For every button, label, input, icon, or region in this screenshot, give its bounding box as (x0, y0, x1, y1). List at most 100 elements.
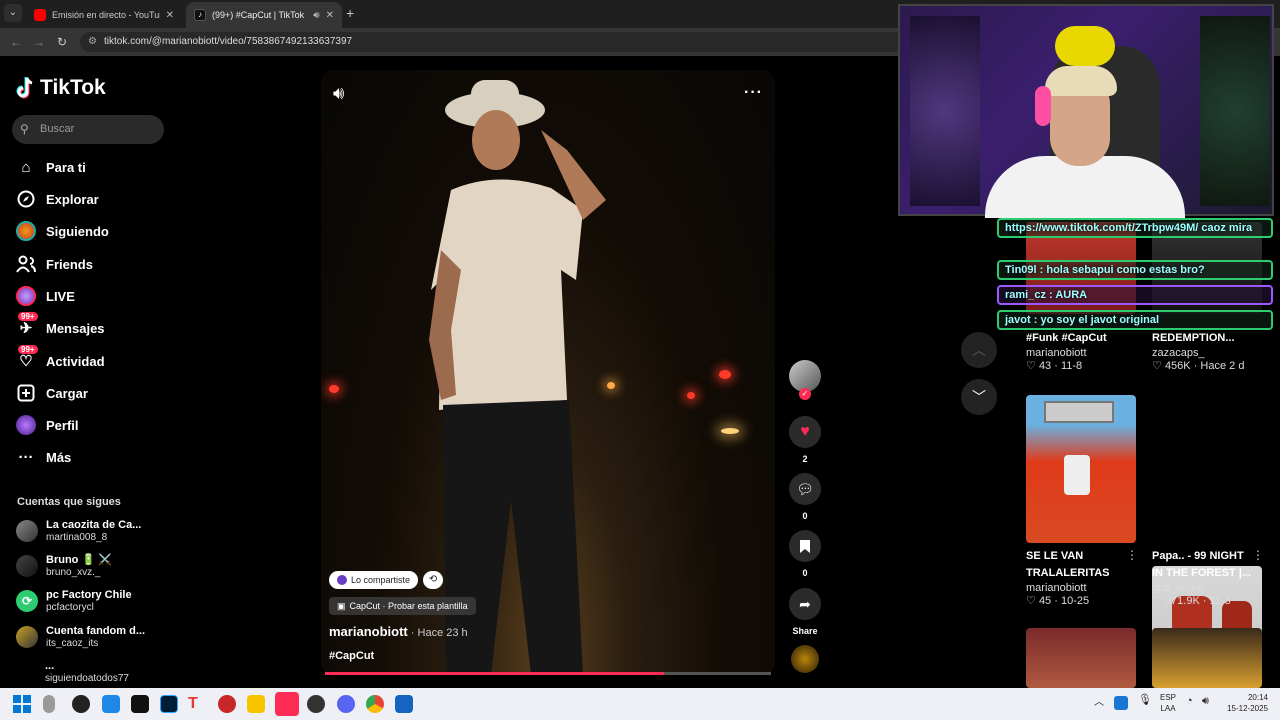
author-name[interactable]: marianobiott (329, 624, 408, 639)
lang-code: ESP (1160, 693, 1177, 702)
microphone-icon[interactable]: 🎙︎ (1138, 695, 1152, 706)
video-card[interactable]: Papa.. - 99 NIGHT IN THE FOREST |... ghs… (1152, 548, 1256, 607)
following-account[interactable]: Bruno 🔋 ⚔️ bruno_xvz._ (16, 554, 112, 578)
address-bar[interactable]: tiktok.com/@marianobiott/video/758386749… (80, 32, 910, 52)
sidebar-item-siguiendo[interactable]: Siguiendo (16, 218, 109, 244)
repost-icon[interactable]: ⟲ (423, 571, 443, 589)
video-thumbnail[interactable] (1026, 395, 1136, 543)
volume-icon[interactable]: 🔊︎ (1202, 696, 1209, 707)
following-account[interactable]: La caozita de Ca... martina008_8 (16, 519, 141, 543)
friends-icon (16, 254, 36, 274)
volume-icon[interactable]: 🔊︎ (333, 83, 344, 104)
mouse-app-icon[interactable] (43, 695, 55, 713)
sidebar-item-mas[interactable]: ··· Más (16, 444, 72, 470)
sidebar-item-explorar[interactable]: Explorar (16, 186, 99, 212)
card-user[interactable]: zazacaps_ (1152, 347, 1262, 359)
account-handle: pcfactorycl (46, 602, 94, 613)
following-account[interactable]: ⟳ pc Factory Chile pcfactorycl (16, 589, 132, 613)
capcut-template-chip[interactable]: ▣ CapCut · Probar esta plantilla (329, 597, 476, 615)
creator-avatar[interactable]: ✓ (789, 360, 821, 400)
share-label: Share (792, 626, 818, 636)
obs-icon[interactable] (72, 695, 90, 713)
card-date: 11-8 (1060, 360, 1083, 372)
app-icon[interactable] (102, 695, 120, 713)
tab-audio-icon[interactable]: 🔊︎ (313, 10, 319, 21)
clock[interactable]: 20:14 15-12-2025 (1220, 692, 1268, 714)
windows-start-icon[interactable] (13, 695, 31, 713)
music-disc-icon[interactable] (791, 645, 819, 673)
video-card[interactable]: REDEMPTION... zazacaps_ ♡ 456K · Hace 2 … (1152, 330, 1262, 372)
tiktok-logo[interactable]: TikTok (16, 76, 106, 100)
like-button[interactable]: ♥ 2 (789, 416, 821, 464)
tab-search-button[interactable]: ⌄ (4, 4, 22, 22)
sidebar-item-live[interactable]: LIVE (16, 283, 75, 309)
app-icon[interactable] (307, 695, 325, 713)
card-title: SE LE VAN (1026, 550, 1084, 562)
discord-icon[interactable] (337, 695, 355, 713)
account-name: Bruno 🔋 ⚔️ (46, 554, 112, 566)
account-name: pc Factory Chile (46, 589, 132, 601)
video-thumbnail[interactable] (1026, 628, 1136, 688)
card-title: Papa.. - 99 NIGHT (1152, 550, 1244, 562)
new-tab-button[interactable]: + (346, 5, 354, 21)
following-header: Cuentas que sigues (17, 496, 121, 508)
sidebar-item-label: Para ti (46, 159, 86, 175)
card-date: Hace 2 d (1200, 360, 1245, 372)
video-progress-bar[interactable] (325, 672, 771, 675)
avatar (337, 575, 347, 585)
back-button[interactable]: ← (10, 35, 22, 49)
account-handle: bruno_xvz._ (46, 567, 101, 578)
more-options-icon[interactable]: ··· (744, 84, 763, 102)
shared-chip[interactable]: Lo compartiste (329, 571, 419, 589)
close-tab-icon[interactable]: ✕ (166, 10, 174, 21)
forward-button[interactable]: → (33, 35, 45, 49)
sidebar-item-actividad[interactable]: ♡ 99+ Actividad (16, 345, 105, 374)
language-indicator[interactable]: ESP LAA (1160, 692, 1176, 714)
card-user[interactable]: marianobiott (1026, 582, 1138, 594)
text-app-icon[interactable]: T (188, 695, 206, 713)
tab-tiktok[interactable]: ♪ (99+) #CapCut | TikTok 🔊︎ ✕ (186, 2, 342, 28)
sidebar-item-friends[interactable]: Friends (16, 251, 93, 277)
tab-youtube[interactable]: Emisión en directo - YouTube S ✕ (26, 2, 182, 28)
next-video-button[interactable]: ﹀ (961, 379, 997, 415)
card-user[interactable]: marianobiott (1026, 347, 1136, 359)
video-card[interactable]: #Funk #CapCut marianobiott ♡ 43 · 11-8 (1026, 330, 1136, 372)
sidebar-item-mensajes[interactable]: ✈ 99+ Mensajes (16, 312, 105, 341)
card-menu-icon[interactable]: ⋮ (1252, 548, 1264, 562)
card-title: #Funk #CapCut (1026, 332, 1107, 344)
tray-overflow-icon[interactable]: ︿ (1094, 697, 1104, 708)
previous-video-button[interactable]: ︿ (961, 332, 997, 368)
sidebar-item-perfil[interactable]: Perfil (16, 412, 79, 438)
video-thumbnail[interactable] (1152, 628, 1262, 688)
card-user[interactable]: ghs_korea (1152, 582, 1256, 594)
tray-app-icon[interactable] (1114, 696, 1128, 710)
sidebar-item-cargar[interactable]: Cargar (16, 380, 88, 406)
save-button[interactable]: 0 (789, 530, 821, 578)
wifi-icon[interactable]: ◔ (1186, 696, 1193, 707)
comment-button[interactable]: 💬︎ 0 (789, 473, 821, 521)
share-button[interactable]: ➦ Share (789, 588, 821, 636)
hashtag-link[interactable]: #CapCut (329, 650, 374, 662)
video-card[interactable]: SE LE VAN TRALALERITAS marianobiott ♡ 45… (1026, 548, 1138, 607)
sidebar-item-para-ti[interactable]: ⌂ Para ti (16, 154, 86, 180)
site-info-icon[interactable]: ⚙ (88, 36, 97, 47)
reload-button[interactable]: ↻ (57, 35, 67, 49)
following-account[interactable]: ... siguiendoatodos77 (45, 660, 129, 684)
headset-app-icon[interactable] (218, 695, 236, 713)
live-icon (16, 286, 36, 306)
app-icon[interactable] (395, 695, 413, 713)
search-input[interactable]: Buscar (12, 115, 164, 144)
epic-games-icon[interactable] (131, 695, 149, 713)
card-menu-icon[interactable]: ⋮ (1126, 548, 1138, 562)
thumbnail-scene (1044, 401, 1114, 423)
video-author[interactable]: marianobiott · Hace 23 h (329, 624, 468, 639)
sidebar-item-label: Actividad (46, 353, 105, 369)
tiktok-live-studio-icon[interactable] (275, 692, 299, 716)
sidebar-item-label: Mensajes (46, 320, 105, 336)
file-explorer-icon[interactable] (247, 695, 265, 713)
chrome-icon[interactable] (366, 695, 384, 713)
close-tab-icon[interactable]: ✕ (326, 10, 334, 21)
chat-message: Tin09l : hola sebapui como estas bro? (997, 260, 1273, 280)
photoshop-icon[interactable] (160, 695, 178, 713)
following-account[interactable]: Cuenta fandom d... its_caoz_its (16, 625, 145, 649)
